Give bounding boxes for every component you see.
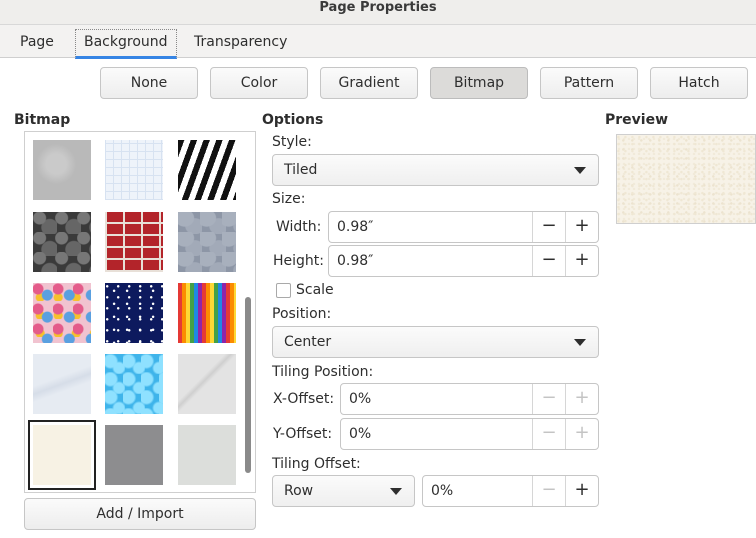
scale-label: Scale xyxy=(296,282,334,298)
floral-texture[interactable] xyxy=(33,283,91,343)
tab-page[interactable]: Page xyxy=(12,29,62,59)
color-button[interactable]: Color xyxy=(210,67,308,99)
tab-transparency[interactable]: Transparency xyxy=(186,29,295,59)
style-label: Style: xyxy=(272,134,312,150)
width-label: Width: xyxy=(276,219,322,235)
night-sky-texture[interactable] xyxy=(105,283,163,343)
gallery-scrollbar[interactable] xyxy=(245,297,251,473)
height-value[interactable]: 0.98″ xyxy=(337,246,373,276)
tiling-offset-label: Tiling Offset: xyxy=(272,456,361,472)
window-title: Page Properties xyxy=(0,0,756,24)
width-value[interactable]: 0.98″ xyxy=(337,212,373,242)
x-offset-minus-button[interactable]: − xyxy=(532,384,565,414)
height-plus-button[interactable]: + xyxy=(565,246,598,276)
chevron-down-icon xyxy=(574,167,586,174)
chevron-down-icon xyxy=(574,339,586,346)
gray-cloth-texture[interactable] xyxy=(105,425,163,485)
preview-swatch xyxy=(616,134,756,224)
none-button[interactable]: None xyxy=(100,67,198,99)
gray-noise-texture[interactable] xyxy=(33,140,91,200)
position-value: Center xyxy=(284,334,332,350)
tiling-offset-mode-value: Row xyxy=(284,483,314,499)
tiling-position-label: Tiling Position: xyxy=(272,364,374,380)
gradient-button[interactable]: Gradient xyxy=(320,67,418,99)
bitmap-button[interactable]: Bitmap xyxy=(430,67,528,99)
light-gray-texture[interactable] xyxy=(178,425,236,485)
white-marble-texture[interactable] xyxy=(178,354,236,414)
tiling-offset-spinfield[interactable]: 0% − + xyxy=(422,475,599,507)
y-offset-spinfield[interactable]: 0% − + xyxy=(340,418,599,450)
add-import-button[interactable]: Add / Import xyxy=(24,498,256,530)
position-label: Position: xyxy=(272,306,332,322)
tiling-offset-value[interactable]: 0% xyxy=(431,476,453,506)
height-minus-button[interactable]: − xyxy=(532,246,565,276)
gray-stone-wall-texture[interactable] xyxy=(178,212,236,272)
tiling-offset-mode-dropdown[interactable]: Row xyxy=(272,475,415,507)
y-offset-value[interactable]: 0% xyxy=(349,419,371,449)
position-dropdown[interactable]: Center xyxy=(272,326,599,358)
chevron-down-icon xyxy=(390,488,402,495)
cream-paper-texture[interactable] xyxy=(28,420,96,490)
x-offset-plus-button[interactable]: + xyxy=(565,384,598,414)
tab-background[interactable]: Background xyxy=(75,29,177,59)
scale-checkbox[interactable] xyxy=(276,283,291,298)
x-offset-label: X-Offset: xyxy=(273,391,335,407)
white-fabric-texture[interactable] xyxy=(33,354,91,414)
height-spinfield[interactable]: 0.98″ − + xyxy=(328,245,599,277)
tab-bar: Page Background Transparency xyxy=(0,24,756,59)
width-spinfield[interactable]: 0.98″ − + xyxy=(328,211,599,243)
bitmap-gallery[interactable] xyxy=(24,131,256,493)
preview-section-title: Preview xyxy=(605,112,669,128)
tiling-offset-plus-button[interactable]: + xyxy=(565,476,598,506)
pattern-button[interactable]: Pattern xyxy=(540,67,638,99)
water-texture[interactable] xyxy=(105,354,163,414)
dark-stone-texture[interactable] xyxy=(33,212,91,272)
style-dropdown[interactable]: Tiled xyxy=(272,154,599,186)
x-offset-value[interactable]: 0% xyxy=(349,384,371,414)
bitmap-section-title: Bitmap xyxy=(14,112,71,128)
width-minus-button[interactable]: − xyxy=(532,212,565,242)
zebra-texture[interactable] xyxy=(178,140,236,200)
height-label: Height: xyxy=(273,253,324,269)
y-offset-label: Y-Offset: xyxy=(273,426,333,442)
options-section-title: Options xyxy=(262,112,324,128)
style-value: Tiled xyxy=(284,162,318,178)
x-offset-spinfield[interactable]: 0% − + xyxy=(340,383,599,415)
color-pencils-texture[interactable] xyxy=(178,283,236,343)
hatch-button[interactable]: Hatch xyxy=(650,67,748,99)
size-label: Size: xyxy=(272,191,306,207)
tiling-offset-minus-button[interactable]: − xyxy=(532,476,565,506)
y-offset-plus-button[interactable]: + xyxy=(565,419,598,449)
red-brick-texture[interactable] xyxy=(105,212,163,272)
grid-paper-texture[interactable] xyxy=(105,140,163,200)
width-plus-button[interactable]: + xyxy=(565,212,598,242)
y-offset-minus-button[interactable]: − xyxy=(532,419,565,449)
